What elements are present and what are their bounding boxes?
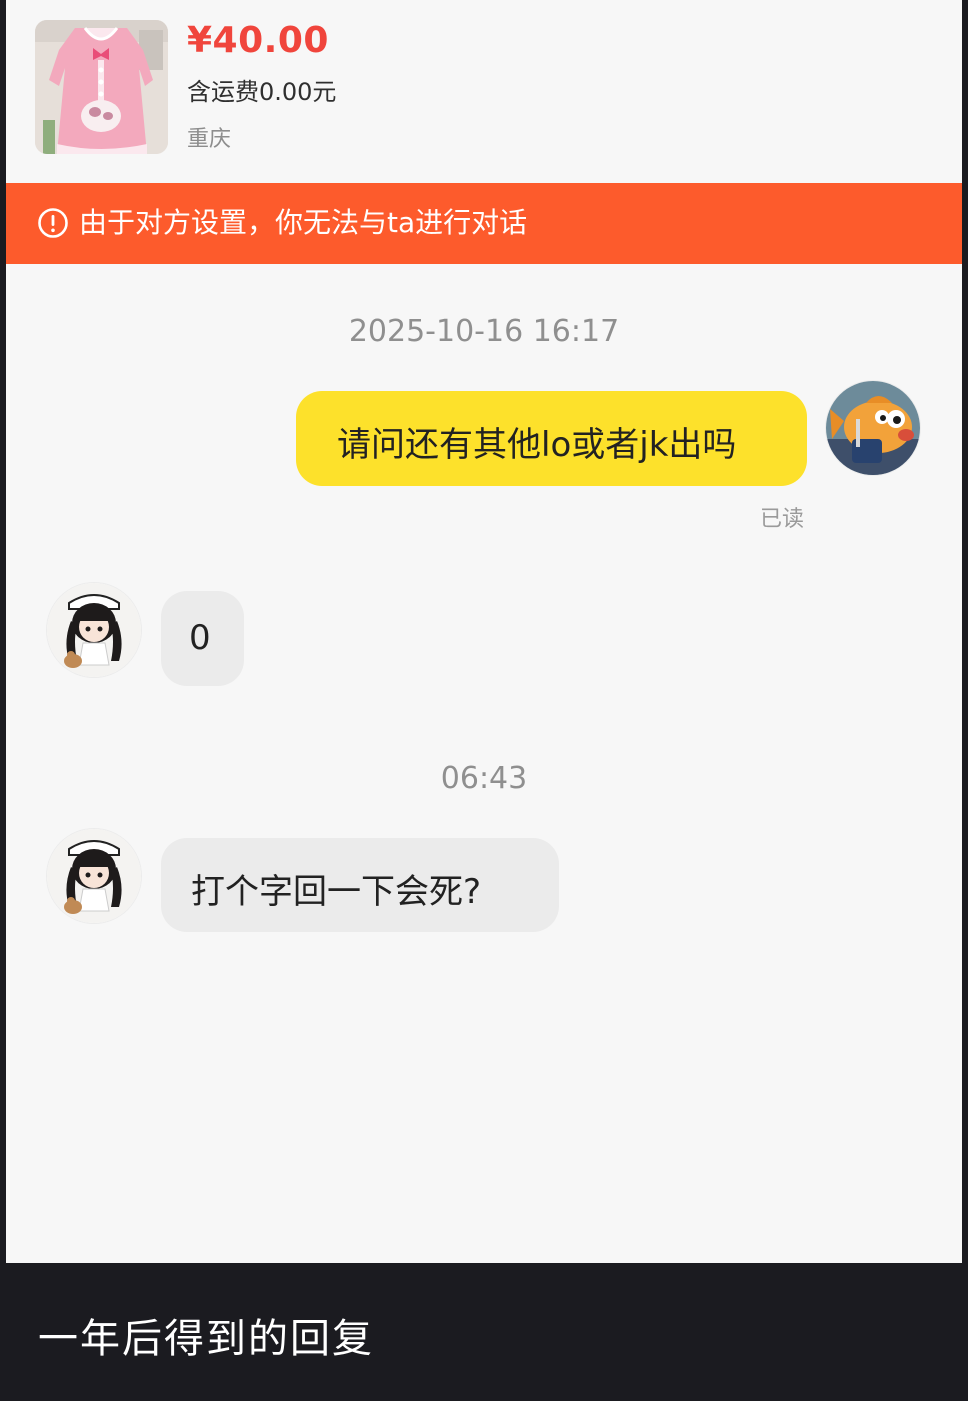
seller-location: 重庆 [187,127,232,152]
doll-girl-avatar-icon [47,583,141,677]
read-receipt: 已读 [760,507,805,532]
message-timestamp: 06:43 [440,761,528,796]
alert-circle-icon [38,208,68,238]
blocked-chat-banner: 由于对方设置，你无法与ta进行对话 [6,183,962,264]
incoming-message-bubble[interactable]: 0 [161,591,244,686]
product-card[interactable]: ¥40.00 含运费0.00元 重庆 [6,0,962,183]
shipping-fee: 含运费0.00元 [187,78,337,106]
product-price: ¥40.00 [187,20,329,61]
post-caption: 一年后得到的回复 [38,1316,374,1362]
incoming-message-bubble[interactable]: 打个字回一下会死? [161,838,559,932]
my-avatar[interactable] [826,381,920,475]
chat-screen: ¥40.00 含运费0.00元 重庆 由于对方设置，你无法与ta进行对话 202… [6,0,962,1263]
seller-avatar[interactable] [47,583,141,677]
doll-girl-avatar-icon [47,829,141,923]
outgoing-message-bubble[interactable]: 请问还有其他lo或者jk出吗 [296,391,807,486]
message-timestamp: 2025-10-16 16:17 [348,314,620,349]
banner-message: 由于对方设置，你无法与ta进行对话 [79,206,528,239]
seller-avatar[interactable] [47,829,141,923]
cartoon-fish-avatar-icon [826,381,920,475]
product-thumbnail[interactable] [35,20,168,154]
